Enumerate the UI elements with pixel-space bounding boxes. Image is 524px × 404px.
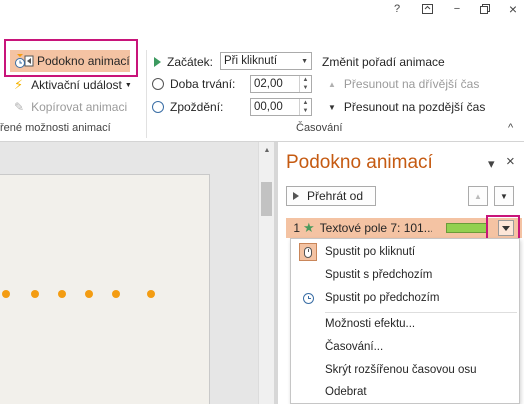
copy-animation-button[interactable]: ✎ Kopírovat animaci — [14, 98, 127, 116]
move-later-button[interactable]: ▼ Přesunout na pozdější čas — [328, 98, 485, 116]
scroll-thumb[interactable] — [261, 182, 272, 216]
close-icon: × — [508, 0, 518, 17]
move-earlier-button[interactable]: ▲ Přesunout na dřívější čas — [328, 75, 479, 93]
highlight-animation-pane — [4, 39, 138, 77]
clock-icon — [302, 292, 314, 304]
duration-value: 02,00 — [254, 78, 283, 90]
ribbon-display-icon — [421, 3, 433, 14]
restore-icon — [480, 3, 490, 14]
play-icon — [293, 192, 299, 200]
play-icon — [154, 57, 161, 67]
slide-dot — [58, 290, 66, 298]
menu-item-start-on-click[interactable]: Spustit po kliknutí — [291, 241, 519, 263]
play-from-label: Přehrát od — [307, 189, 364, 203]
mouse-click-icon — [299, 243, 317, 261]
start-value: Při kliknutí — [224, 55, 278, 67]
menu-item-label: Možnosti efektu... — [325, 318, 416, 330]
move-up-button[interactable]: ▲ — [468, 186, 488, 206]
animation-name: Textové pole 7: 101... — [319, 221, 432, 235]
slide-dot — [31, 290, 39, 298]
delay-clock-icon — [152, 101, 164, 113]
pane-options-icon[interactable]: ▾ — [488, 156, 495, 172]
menu-item-label: Spustit po kliknutí — [325, 246, 416, 258]
trigger-button[interactable]: ⚡ Aktivační událost ▼ — [14, 76, 132, 94]
ribbon: Podokno animací ⚡ Aktivační událost ▼ ✎ … — [0, 18, 524, 142]
ribbon-display-options-button[interactable] — [416, 1, 438, 16]
restore-button[interactable] — [474, 1, 496, 16]
trigger-label: Aktivační událost — [31, 78, 122, 92]
move-later-label: Přesunout na pozdější čas — [343, 100, 486, 114]
start-label-row: Začátek: — [154, 53, 213, 71]
chevron-down-icon: ▼ — [124, 81, 132, 89]
arrow-down-icon: ▼ — [328, 102, 336, 112]
menu-item-start-after-previous[interactable]: Spustit po předchozím — [291, 287, 519, 309]
delay-label-row: Zpoždění: — [152, 98, 223, 116]
close-window-button[interactable]: × — [502, 0, 524, 17]
vertical-scrollbar[interactable]: ▲ — [258, 142, 274, 404]
menu-item-label: Odebrat — [325, 386, 367, 398]
slide-dot — [85, 290, 93, 298]
slide-dot — [147, 290, 155, 298]
minimize-button[interactable]: − — [446, 1, 468, 16]
collapse-ribbon-icon[interactable]: ^ — [508, 122, 513, 134]
slide-dot — [2, 290, 10, 298]
duration-spinner[interactable]: 02,00 ▲ ▼ — [250, 75, 312, 93]
minimize-icon: − — [453, 2, 461, 15]
menu-item-effect-options[interactable]: Možnosti efektu... — [291, 313, 519, 335]
move-down-button[interactable]: ▼ — [494, 186, 514, 206]
pane-close-icon[interactable]: × — [506, 153, 515, 170]
timing-group-label: Časování — [296, 122, 343, 134]
help-icon: ? — [393, 2, 401, 15]
menu-item-hide-advanced-timeline[interactable]: Skrýt rozšířenou časovou osu — [291, 359, 519, 381]
menu-item-timing[interactable]: Časování... — [291, 336, 519, 358]
play-from-button[interactable]: Přehrát od — [286, 186, 376, 206]
duration-label: Doba trvání: — [170, 77, 236, 91]
chevron-down-icon: ▼ — [301, 57, 308, 65]
menu-item-label: Spustit s předchozím — [325, 269, 433, 281]
delay-value: 00,00 — [254, 101, 283, 113]
move-earlier-label: Přesunout na dřívější čas — [343, 77, 480, 91]
chevron-down-icon: ▼ — [500, 191, 508, 201]
delay-spinner[interactable]: 00,00 ▲ ▼ — [250, 98, 312, 116]
timing-bar[interactable] — [446, 223, 488, 233]
scroll-up-icon[interactable]: ▲ — [261, 144, 273, 156]
menu-item-label: Časování... — [325, 341, 384, 353]
advanced-animation-group-label: řené možnosti animací — [0, 122, 111, 134]
duration-label-row: Doba trvání: — [152, 75, 235, 93]
slide-dot — [112, 290, 120, 298]
menu-item-label: Spustit po předchozím — [325, 292, 440, 304]
slide[interactable] — [0, 174, 210, 404]
star-icon: ★ — [303, 220, 315, 235]
animation-number: 1 — [293, 221, 300, 235]
copy-animation-label: Kopírovat animaci — [31, 100, 128, 114]
pane-title: Podokno animací — [286, 152, 433, 173]
arrow-up-icon: ▲ — [474, 191, 482, 201]
start-label: Začátek: — [167, 55, 214, 69]
menu-item-start-with-previous[interactable]: Spustit s předchozím — [291, 264, 519, 286]
menu-item-remove[interactable]: Odebrat — [291, 381, 519, 403]
arrow-up-icon: ▲ — [328, 79, 336, 89]
animation-context-menu: Spustit po kliknutí Spustit s předchozím… — [290, 238, 520, 404]
slide-canvas — [0, 142, 258, 404]
reorder-animation-label: Změnit pořadí animace — [322, 55, 445, 69]
spin-arrows[interactable]: ▲ ▼ — [299, 76, 311, 92]
window-caption: ? − × — [0, 0, 524, 18]
paintbrush-icon: ✎ — [14, 100, 25, 114]
start-combo[interactable]: Při kliknutí ▼ — [220, 52, 312, 70]
duration-clock-icon — [152, 78, 164, 90]
group-separator — [146, 50, 147, 138]
menu-item-label: Skrýt rozšířenou časovou osu — [325, 364, 477, 376]
lightning-icon: ⚡ — [14, 77, 24, 92]
spin-arrows[interactable]: ▲ ▼ — [299, 99, 311, 115]
delay-label: Zpoždění: — [170, 100, 224, 114]
help-button[interactable]: ? — [386, 1, 408, 16]
